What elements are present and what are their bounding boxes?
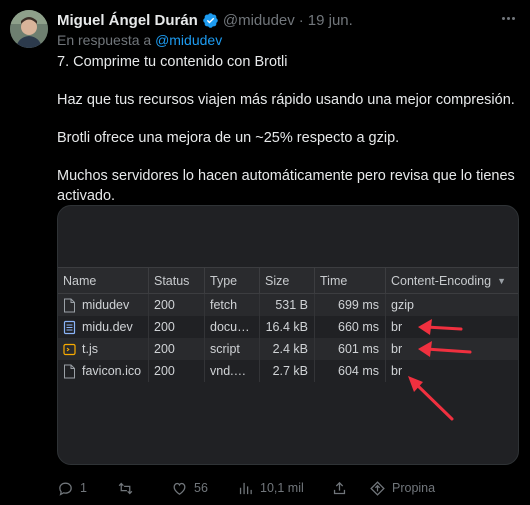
avatar-photo: [10, 10, 48, 48]
cell-name: midu.dev: [58, 316, 149, 338]
cell-name: midudev: [58, 294, 149, 316]
cell-time: 604 ms: [315, 360, 386, 382]
tweet-actions: 1 56 10,1 mil Propina: [57, 478, 527, 498]
cell-size: 16.4 kB: [260, 316, 315, 338]
cell-status: 200: [149, 338, 205, 360]
cell-status: 200: [149, 360, 205, 382]
cell-type: vnd.…: [205, 360, 260, 382]
author-name[interactable]: Miguel Ángel Durán: [57, 12, 198, 29]
tweet-line: Haz que tus recursos viajen más rápido u…: [57, 92, 515, 108]
tip-icon: [370, 480, 385, 496]
reply-button[interactable]: 1: [57, 478, 87, 498]
more-options-icon[interactable]: [498, 10, 518, 26]
column-header-size: Size: [260, 268, 315, 293]
file-icon: [63, 364, 76, 379]
retweet-button[interactable]: [117, 478, 140, 498]
heart-icon: [173, 482, 186, 495]
sort-descending-icon: ▼: [497, 275, 506, 286]
column-header-content-encoding: Content-Encoding ▼: [386, 268, 518, 293]
cell-encoding: gzip: [391, 298, 414, 312]
like-button[interactable]: 56: [171, 478, 208, 498]
cell-time: 660 ms: [315, 316, 386, 338]
reply-icon: [59, 482, 72, 496]
reply-context: En respuesta a @midudev: [57, 32, 222, 48]
cell-name-text: t.js: [82, 342, 98, 356]
retweet-icon: [118, 482, 133, 494]
tweet-line: 7. Comprime tu contenido con Brotli: [57, 54, 288, 70]
tweet-text: 7. Comprime tu contenido con Brotli Haz …: [57, 52, 517, 206]
script-icon: [63, 342, 76, 357]
table-row: midudev 200 fetch 531 B 699 ms gzip: [58, 294, 518, 316]
column-header-content-encoding-label: Content-Encoding: [391, 273, 492, 288]
cell-encoding: br: [391, 342, 403, 356]
cell-name-text: midudev: [82, 298, 130, 312]
table-row: t.js 200 script 2.4 kB 601 ms br: [58, 338, 518, 360]
column-header-status: Status: [149, 268, 205, 293]
table-row: midu.dev 200 docu… 16.4 kB 660 ms br: [58, 316, 518, 338]
tweet-line: activado.: [57, 188, 116, 204]
cell-type: docu…: [205, 316, 260, 338]
reply-count: 1: [80, 481, 87, 495]
tip-label: Propina: [392, 481, 436, 495]
reply-prefix: En respuesta a: [57, 32, 152, 48]
column-header-name: Name: [58, 268, 149, 293]
author-handle[interactable]: @midudev: [223, 12, 295, 29]
network-table: Name Status Type Size Time Content-Encod…: [58, 267, 518, 409]
cell-time: 601 ms: [315, 338, 386, 360]
verified-badge-icon: [202, 12, 219, 29]
cell-status: 200: [149, 294, 205, 316]
cell-name: t.js: [58, 338, 149, 360]
views-icon: [239, 482, 252, 494]
cell-encoding: br: [391, 320, 403, 334]
column-header-time: Time: [315, 268, 386, 293]
network-table-header: Name Status Type Size Time Content-Encod…: [58, 267, 518, 294]
tip-button[interactable]: Propina: [369, 478, 435, 498]
cell-type: script: [205, 338, 260, 360]
tweet-line: Muchos servidores lo hacen automáticamen…: [57, 168, 515, 184]
cell-size: 2.7 kB: [260, 360, 315, 382]
cell-name: favicon.ico: [58, 360, 149, 382]
tweet-date[interactable]: 19 jun.: [308, 12, 353, 29]
cell-size: 2.4 kB: [260, 338, 315, 360]
share-icon: [333, 481, 346, 494]
column-header-type: Type: [205, 268, 260, 293]
cell-name-text: favicon.ico: [82, 364, 142, 378]
views-button[interactable]: 10,1 mil: [237, 478, 304, 498]
cell-name-text: midu.dev: [82, 320, 133, 334]
table-row: favicon.ico 200 vnd.… 2.7 kB 604 ms br: [58, 360, 518, 382]
tweet-header: Miguel Ángel Durán @midudev · 19 jun.: [57, 10, 353, 30]
cell-size: 531 B: [260, 294, 315, 316]
share-button[interactable]: [331, 478, 348, 498]
separator-dot: ·: [298, 11, 304, 29]
cell-time: 699 ms: [315, 294, 386, 316]
file-icon: [63, 298, 76, 313]
reply-mention-link[interactable]: @midudev: [155, 32, 222, 48]
tweet-media-image[interactable]: Name Status Type Size Time Content-Encod…: [57, 205, 519, 465]
document-icon: [63, 320, 76, 335]
cell-encoding: br: [391, 364, 403, 378]
like-count: 56: [194, 481, 208, 495]
avatar[interactable]: [10, 10, 48, 48]
cell-status: 200: [149, 316, 205, 338]
cell-type: fetch: [205, 294, 260, 316]
tweet-line: Brotli ofrece una mejora de un ~25% resp…: [57, 130, 400, 146]
view-count: 10,1 mil: [260, 481, 304, 495]
